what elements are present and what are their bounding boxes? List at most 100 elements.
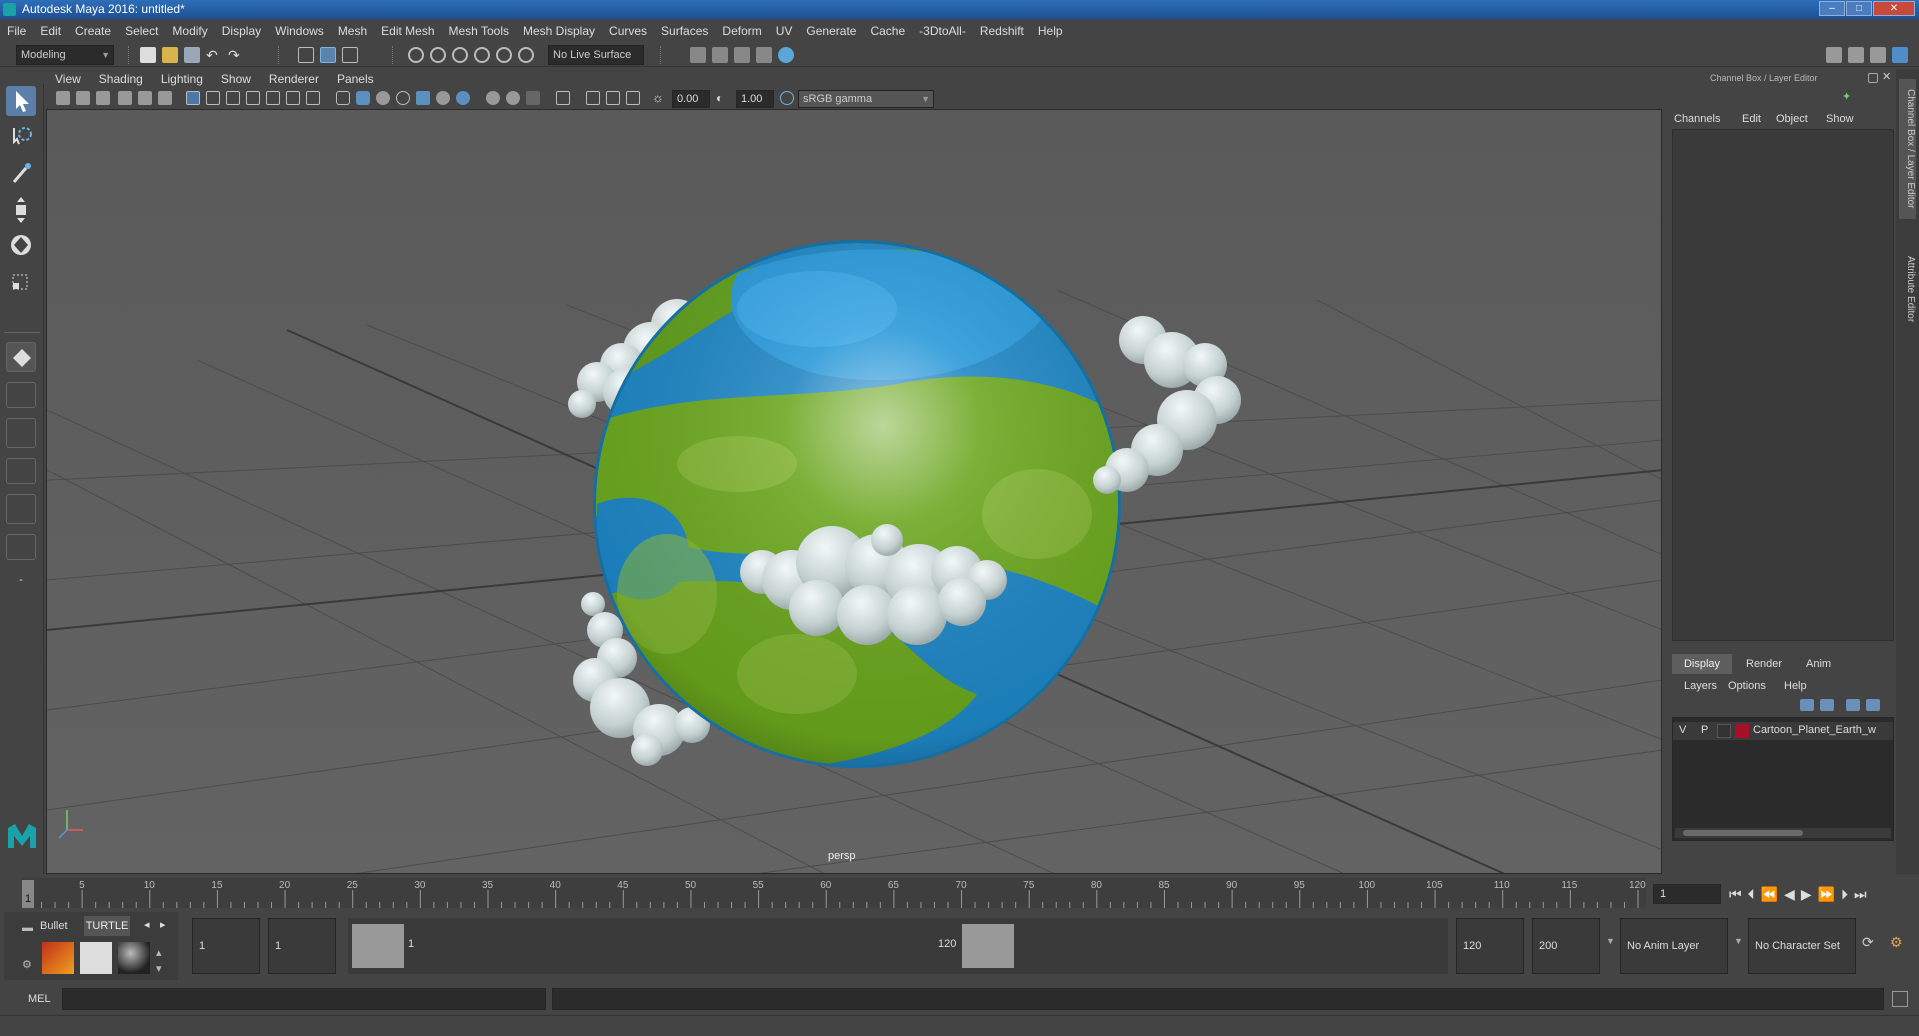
hypershade-icon[interactable] (778, 47, 794, 63)
menu-windows[interactable]: Windows (268, 24, 331, 38)
menu-file[interactable]: File (0, 24, 33, 38)
shelf-tab-turtle[interactable]: TURTLE (84, 916, 130, 936)
channel-show-menu[interactable]: Show (1826, 113, 1854, 125)
wireframe-on-shaded-icon[interactable] (396, 91, 410, 105)
move-layer-down-icon[interactable] (1820, 699, 1834, 711)
panel-menu-view[interactable]: View (46, 72, 90, 86)
layer-row[interactable]: V P Cartoon_Planet_Earth_w (1673, 722, 1893, 740)
menu-3dtoall[interactable]: -3DtoAll- (912, 24, 973, 38)
image-plane-icon[interactable] (118, 91, 132, 105)
animation-start-field[interactable]: 1 (192, 918, 260, 974)
turtle-render-icon[interactable] (42, 942, 74, 974)
panel-menu-lighting[interactable]: Lighting (152, 72, 212, 86)
new-layer-selected-icon[interactable] (1866, 699, 1880, 711)
step-forward-frame-icon[interactable]: ⏩ (1818, 884, 1835, 904)
magnet-icon[interactable] (518, 47, 534, 63)
channel-edit-menu[interactable]: Edit (1742, 113, 1761, 125)
range-end-handle[interactable] (962, 924, 1014, 968)
channel-box-toggle-icon[interactable] (1892, 47, 1908, 63)
grease-pencil-icon[interactable] (158, 91, 172, 105)
tab-anim[interactable]: Anim (1806, 658, 1831, 670)
gamma-field[interactable]: 1.00 (736, 90, 774, 108)
select-tool-icon[interactable] (6, 86, 36, 116)
lasso-tool-icon[interactable] (6, 122, 36, 152)
snap-to-curve-icon[interactable] (430, 47, 446, 63)
select-by-component-icon[interactable] (342, 47, 358, 63)
minimize-button[interactable]: – (1819, 1, 1845, 16)
motion-blur-icon[interactable] (506, 91, 520, 105)
undo-icon[interactable]: ↶ (206, 47, 222, 63)
menu-redshift[interactable]: Redshift (973, 24, 1031, 38)
snap-to-surface-icon[interactable] (496, 47, 512, 63)
render-current-frame-icon[interactable] (712, 47, 728, 63)
menu-modify[interactable]: Modify (165, 24, 214, 38)
panel-menu-show[interactable]: Show (212, 72, 260, 86)
menu-mesh-tools[interactable]: Mesh Tools (442, 24, 516, 38)
panel-menu-shading[interactable]: Shading (90, 72, 152, 86)
menu-help[interactable]: Help (1031, 24, 1070, 38)
channel-object-menu[interactable]: Object (1776, 113, 1808, 125)
select-by-object-icon[interactable] (320, 47, 336, 63)
single-perspective-layout-icon[interactable] (6, 342, 36, 372)
snap-to-point-icon[interactable] (452, 47, 468, 63)
render-view-icon[interactable] (756, 47, 772, 63)
shelf-scroll-up-icon[interactable]: ▴ (156, 946, 162, 959)
open-scene-icon[interactable] (162, 47, 178, 63)
menu-deform[interactable]: Deform (715, 24, 768, 38)
lock-camera-icon[interactable] (76, 91, 90, 105)
new-scene-icon[interactable] (140, 47, 156, 63)
step-back-frame-icon[interactable]: ⏪ (1761, 884, 1778, 904)
auto-key-icon[interactable]: ⟳ (1862, 934, 1874, 951)
help-menu[interactable]: Help (1784, 680, 1807, 692)
turtle-sphere-icon[interactable] (118, 942, 150, 974)
tool-settings-icon[interactable] (1870, 47, 1886, 63)
scale-tool-icon[interactable] (6, 266, 36, 296)
menu-edit[interactable]: Edit (33, 24, 68, 38)
script-editor-icon[interactable] (1892, 991, 1908, 1007)
grid-toggle-icon[interactable] (186, 91, 200, 105)
viewport-scene[interactable] (47, 110, 1662, 874)
shelf-scroll-left-icon[interactable]: ◂ (144, 918, 150, 931)
four-view-layout-icon[interactable] (6, 382, 36, 408)
command-input[interactable] (62, 988, 546, 1010)
layer-color-swatch[interactable] (1735, 724, 1749, 738)
play-forwards-icon[interactable]: ▶ (1801, 884, 1812, 904)
mode-selector[interactable]: Modeling ▼ (16, 45, 114, 65)
panel-menu-renderer[interactable]: Renderer (260, 72, 328, 86)
menu-mesh[interactable]: Mesh (331, 24, 374, 38)
gate-mask-icon[interactable] (246, 91, 260, 105)
tab-attribute-editor[interactable]: Attribute Editor (1899, 239, 1916, 339)
smooth-shade-icon[interactable] (356, 91, 370, 105)
character-set-dropdown[interactable]: No Character Set (1748, 918, 1856, 974)
maximize-button[interactable]: □ (1846, 1, 1872, 16)
chevron-down-icon[interactable]: ▼ (1606, 936, 1615, 946)
shelf-tab-bullet[interactable]: Bullet (40, 920, 68, 932)
close-button[interactable]: ✕ (1873, 1, 1915, 16)
float-panel-icon[interactable] (1868, 73, 1878, 83)
anim-layer-dropdown[interactable]: No Anim Layer (1620, 918, 1728, 974)
playback-start-field[interactable]: 1 (268, 918, 336, 974)
menu-generate[interactable]: Generate (799, 24, 863, 38)
redo-icon[interactable]: ↷ (228, 47, 244, 63)
film-gate-icon[interactable] (206, 91, 220, 105)
collapse-toolbox-icon[interactable]: - (6, 570, 36, 592)
animation-end-field[interactable]: 200 (1532, 918, 1600, 974)
playback-end-field[interactable]: 120 (1456, 918, 1524, 974)
layer-horizontal-scrollbar[interactable] (1675, 828, 1891, 838)
tab-render[interactable]: Render (1746, 658, 1782, 670)
two-d-pan-zoom-icon[interactable] (138, 91, 152, 105)
attribute-editor-toggle-icon[interactable] (1848, 47, 1864, 63)
resolution-gate-icon[interactable] (226, 91, 240, 105)
isolate-select-icon[interactable] (556, 91, 570, 105)
live-surface-field[interactable]: No Live Surface (548, 45, 644, 65)
rotate-tool-icon[interactable] (6, 230, 36, 260)
scrollbar-thumb[interactable] (1683, 830, 1803, 836)
menu-mesh-display[interactable]: Mesh Display (516, 24, 602, 38)
paint-select-tool-icon[interactable] (6, 158, 36, 188)
menu-uv[interactable]: UV (769, 24, 800, 38)
menu-cache[interactable]: Cache (863, 24, 912, 38)
safe-action-icon[interactable] (286, 91, 300, 105)
time-ruler[interactable]: 5 10 15 20 25 30 35 40 45 50 55 60 65 70 75 80 85 90 95 100… (0, 876, 1650, 910)
go-to-end-icon[interactable]: ⏭ (1854, 884, 1867, 904)
snap-to-grid-icon[interactable] (408, 47, 424, 63)
